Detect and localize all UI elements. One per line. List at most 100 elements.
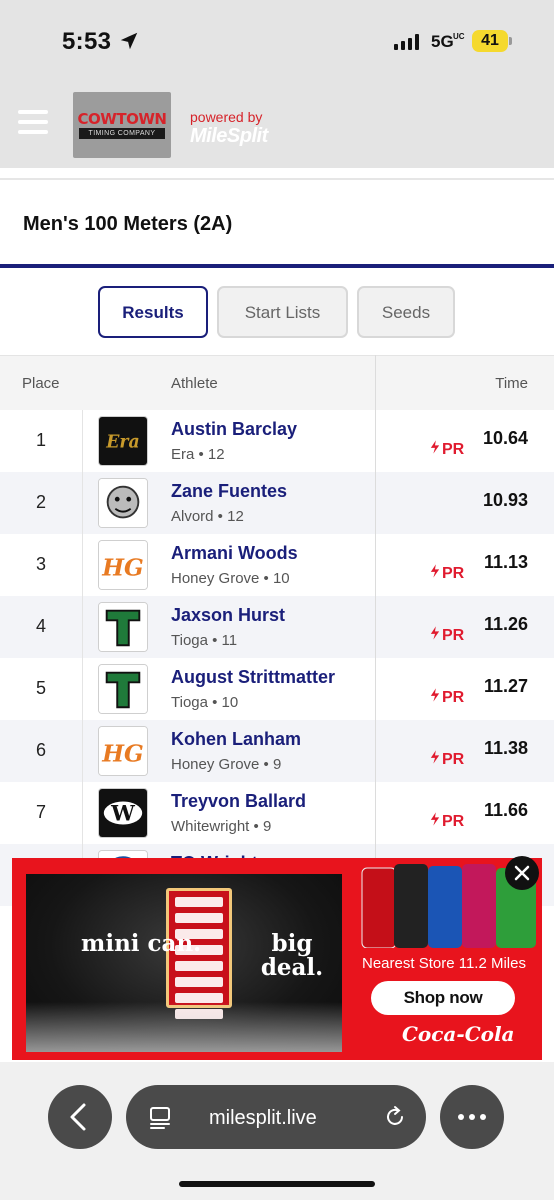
time-cell: 10.93 bbox=[482, 490, 528, 510]
athlete-name-link[interactable]: Zane Fuentes bbox=[171, 481, 287, 502]
time-cell: 11.38 bbox=[483, 738, 528, 758]
pr-badge: PR bbox=[430, 626, 464, 645]
table-row[interactable]: 3 HG Armani Woods Honey Grove • 10 PR 11.13 bbox=[0, 534, 554, 596]
athlete-team: Alvord • 12 bbox=[171, 508, 244, 525]
row-divider bbox=[82, 472, 83, 534]
back-button[interactable] bbox=[48, 1085, 112, 1149]
ad-banner[interactable]: mini can. big deal. Nearest Store 11.2 M… bbox=[12, 858, 542, 1060]
time-cell: 11.27 bbox=[483, 676, 528, 696]
pr-label: PR bbox=[442, 441, 465, 458]
time-cell: 11.66 bbox=[483, 800, 528, 820]
column-divider bbox=[375, 355, 376, 875]
url-text[interactable]: milesplit.live bbox=[209, 1107, 317, 1130]
athlete-name-link[interactable]: Kohen Lanham bbox=[171, 729, 301, 750]
location-arrow-icon bbox=[120, 32, 138, 50]
logo-subtitle: TIMING COMPANY bbox=[79, 128, 165, 139]
header-place: Place bbox=[22, 375, 60, 392]
smoke-graphic bbox=[26, 1002, 342, 1052]
table-row[interactable]: 6 HG Kohen Lanham Honey Grove • 9 PR 11.38 bbox=[0, 720, 554, 782]
place-cell: 3 bbox=[35, 554, 46, 574]
athlete-name-link[interactable]: Austin Barclay bbox=[171, 419, 297, 440]
table-row[interactable]: 4 Jaxson Hurst Tioga • 11 PR 11.26 bbox=[0, 596, 554, 658]
lightning-icon bbox=[430, 564, 440, 578]
pr-badge: PR bbox=[430, 812, 464, 831]
tab-start-lists[interactable]: Start Lists bbox=[217, 286, 348, 338]
ad-image: mini can. big deal. bbox=[26, 874, 342, 1052]
svg-text:W: W bbox=[110, 801, 135, 826]
table-row[interactable]: 7 W Treyvon Ballard Whitewright • 9 PR 11.66 bbox=[0, 782, 554, 844]
place-cell: 1 bbox=[35, 430, 46, 450]
team-logo[interactable]: Era bbox=[98, 416, 148, 466]
place-cell: 6 bbox=[35, 740, 46, 760]
team-logo[interactable] bbox=[98, 478, 148, 528]
table-row[interactable]: 1 Era Austin Barclay Era • 12 PR 10.64 bbox=[0, 410, 554, 472]
close-icon[interactable] bbox=[505, 856, 539, 890]
shop-now-button[interactable]: Shop now bbox=[371, 981, 515, 1015]
pr-label: PR bbox=[442, 813, 465, 830]
team-logo[interactable] bbox=[98, 664, 148, 714]
place-cell: 2 bbox=[35, 492, 46, 512]
home-indicator bbox=[179, 1181, 375, 1187]
pr-badge: PR bbox=[430, 440, 464, 459]
network-label: 5G bbox=[431, 32, 454, 51]
team-logo[interactable]: W bbox=[98, 788, 148, 838]
team-logo[interactable]: HG bbox=[98, 726, 148, 776]
ellipsis-icon bbox=[458, 1114, 486, 1120]
place-cell: 7 bbox=[35, 802, 46, 822]
place-cell: 5 bbox=[35, 678, 46, 698]
lightning-icon bbox=[430, 626, 440, 640]
reload-icon[interactable] bbox=[380, 1102, 410, 1132]
athlete-name-link[interactable]: Jaxson Hurst bbox=[171, 605, 285, 626]
svg-text:Era: Era bbox=[105, 433, 139, 453]
table-row[interactable]: 5 August Strittmatter Tioga • 10 PR 11.27 bbox=[0, 658, 554, 720]
powered-by-label: powered by bbox=[190, 109, 263, 125]
status-time: 5:53 bbox=[62, 28, 112, 55]
tab-seeds[interactable]: Seeds bbox=[357, 286, 455, 338]
milesplit-logo[interactable]: MileSplit bbox=[190, 125, 268, 148]
network-sub-label: UC bbox=[453, 32, 465, 41]
hamburger-icon[interactable] bbox=[18, 110, 48, 134]
svg-text:HG: HG bbox=[101, 555, 143, 582]
tab-results[interactable]: Results bbox=[98, 286, 208, 338]
time-cell: 11.26 bbox=[483, 614, 528, 634]
team-logo[interactable]: HG bbox=[98, 540, 148, 590]
athlete-name-link[interactable]: Armani Woods bbox=[171, 543, 298, 564]
signal-icon bbox=[394, 34, 419, 50]
team-logo[interactable] bbox=[98, 602, 148, 652]
event-title: Men's 100 Meters (2A) bbox=[23, 213, 233, 235]
row-divider bbox=[82, 596, 83, 658]
ad-left-text: mini can. bbox=[81, 930, 202, 957]
cowtown-logo[interactable]: COWTOWN TIMING COMPANY bbox=[73, 92, 171, 158]
athlete-name-link[interactable]: Treyvon Ballard bbox=[171, 791, 306, 812]
row-divider bbox=[82, 658, 83, 720]
table-header: Place Athlete Time bbox=[0, 355, 554, 410]
lightning-icon bbox=[430, 688, 440, 702]
divider bbox=[0, 178, 554, 180]
chevron-left-icon bbox=[70, 1103, 86, 1131]
ad-right-text: big deal. bbox=[260, 930, 324, 981]
lightning-icon bbox=[430, 750, 440, 764]
time-cell: 10.64 bbox=[482, 428, 528, 448]
row-divider bbox=[82, 410, 83, 472]
athlete-team: Era • 12 bbox=[171, 446, 225, 463]
row-divider bbox=[82, 782, 83, 844]
pr-label: PR bbox=[442, 565, 465, 582]
pr-badge: PR bbox=[430, 564, 464, 583]
lightning-icon bbox=[430, 812, 440, 826]
logo-title: COWTOWN bbox=[77, 110, 167, 128]
athlete-team: Tioga • 10 bbox=[171, 694, 239, 711]
battery-tip bbox=[509, 37, 512, 45]
athlete-name-link[interactable]: August Strittmatter bbox=[171, 667, 335, 688]
place-cell: 4 bbox=[35, 616, 46, 636]
more-button[interactable] bbox=[440, 1085, 504, 1149]
header-athlete: Athlete bbox=[171, 375, 218, 392]
time-cell: 11.13 bbox=[483, 552, 528, 572]
title-underline bbox=[0, 264, 554, 268]
battery-indicator: 41 bbox=[472, 30, 508, 52]
pr-label: PR bbox=[442, 689, 465, 706]
svg-text:HG: HG bbox=[101, 741, 143, 768]
athlete-team: Honey Grove • 10 bbox=[171, 570, 290, 587]
row-divider bbox=[82, 534, 83, 596]
table-row[interactable]: 2 Zane Fuentes Alvord • 12 10.93 bbox=[0, 472, 554, 534]
page-icon bbox=[150, 1107, 170, 1129]
